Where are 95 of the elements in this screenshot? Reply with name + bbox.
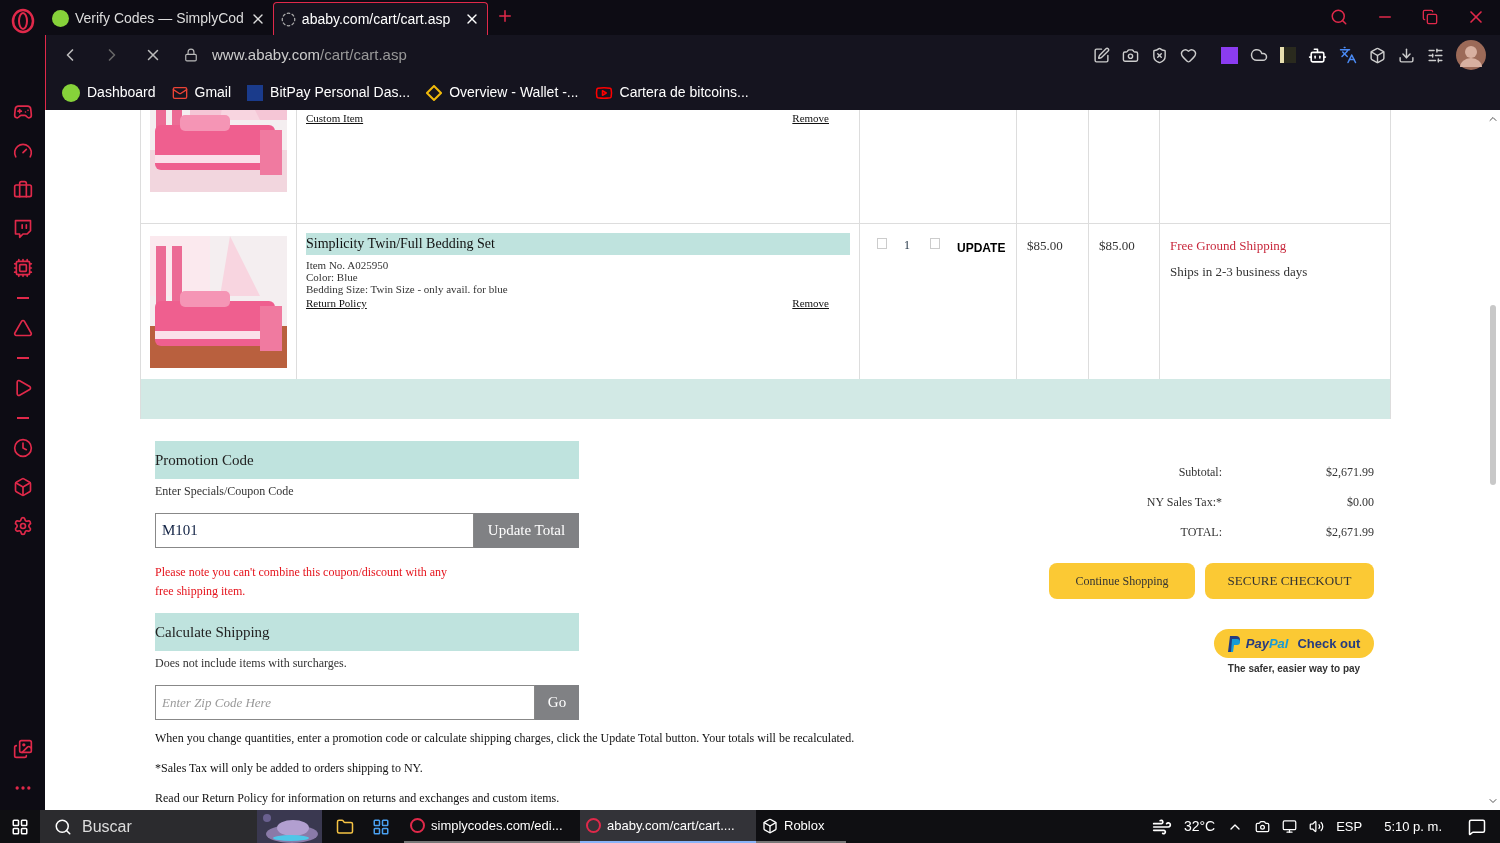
- opera-icon: [586, 818, 601, 833]
- download-icon[interactable]: [1398, 46, 1415, 64]
- gamepad-icon[interactable]: [12, 102, 33, 122]
- temperature: 32°C: [1183, 817, 1216, 836]
- opera-logo-icon[interactable]: [10, 8, 35, 34]
- edit-icon[interactable]: [1093, 46, 1110, 64]
- tab-title: Verify Codes — SimplyCod: [75, 9, 244, 28]
- tag-icon: [52, 10, 69, 27]
- windows-icon[interactable]: [11, 817, 29, 836]
- info-text: When you change quantities, enter a promotion code or calculate shipping charges, click the Update Total button. Your totals will be recalculated.: [155, 730, 855, 747]
- paypal-icon: [1227, 635, 1240, 652]
- heart-icon[interactable]: [1180, 46, 1197, 64]
- address-field[interactable]: www.ababy.com/cart/cart.asp: [212, 43, 1071, 67]
- translate-icon[interactable]: [1339, 46, 1357, 64]
- avatar[interactable]: [1456, 40, 1486, 70]
- total-label: Subtotal:: [1177, 464, 1222, 481]
- coupon-warning: Please note you can't combine this coupon/discount with any free shipping item.: [155, 564, 449, 600]
- coupon-field[interactable]: M101: [155, 513, 474, 548]
- settings-icon[interactable]: [1427, 46, 1444, 64]
- field-hint: Does not include items with surcharges.: [155, 655, 348, 672]
- cube-icon[interactable]: [1369, 46, 1386, 64]
- info-text: *Sales Tax will only be added to orders shipping to NY.: [155, 760, 424, 777]
- lock-icon: [184, 48, 198, 62]
- notifications-icon[interactable]: [1468, 817, 1486, 836]
- return-policy-link[interactable]: Return Policy: [306, 295, 367, 312]
- briefcase-icon[interactable]: [12, 180, 33, 200]
- language-indicator[interactable]: ESP: [1336, 816, 1363, 837]
- paypal-tagline: The safer, easier way to pay: [1227, 662, 1361, 676]
- k-extension-icon[interactable]: [1280, 47, 1296, 63]
- cloud-icon[interactable]: [1250, 46, 1268, 64]
- remove-link[interactable]: Remove: [792, 110, 829, 127]
- quantity-field[interactable]: 1: [904, 236, 910, 254]
- section-heading: Promotion Code: [155, 441, 579, 479]
- zip-code-field[interactable]: Enter Zip Code Here: [155, 685, 535, 720]
- browser-tab[interactable]: ababy.com/cart/cart.asp: [272, 2, 488, 35]
- opera-icon: [410, 818, 425, 833]
- cube-icon: [762, 817, 778, 834]
- total-value: $0.00: [1346, 494, 1374, 511]
- custom-item-link[interactable]: Custom Item: [306, 110, 364, 127]
- gallery-icon[interactable]: [12, 739, 33, 759]
- bitpay-icon: [247, 84, 264, 101]
- bookmark[interactable]: Dashboard: [62, 82, 156, 103]
- peak-icon[interactable]: [12, 318, 33, 338]
- network-icon[interactable]: [1282, 819, 1298, 834]
- speedometer-icon[interactable]: [12, 141, 33, 161]
- shield-icon[interactable]: [1151, 46, 1168, 64]
- bookmark[interactable]: Gmail: [171, 82, 232, 103]
- loading-icon: [280, 11, 296, 27]
- total-value: $2,671.99: [1325, 524, 1374, 541]
- shipping-time: Ships in 2-3 business days: [1170, 262, 1309, 281]
- paypal-checkout-button[interactable]: PayPal Check out: [1214, 629, 1374, 658]
- diamond-icon: [426, 84, 443, 101]
- bookmark[interactable]: Cartera de bitcoins...: [594, 82, 749, 103]
- product-detail: Item No. A025950: [306, 259, 390, 271]
- remove-link[interactable]: Remove: [792, 295, 829, 312]
- product-detail: Bedding Size: Twin Size - only avail. for blue: [306, 283, 509, 295]
- mail-icon: [171, 84, 188, 101]
- info-text: Read our Return Policy for information on returns and exchanges and custom items.: [155, 790, 561, 807]
- price-cell: $85.00: [1027, 238, 1063, 253]
- taskbar-app[interactable]: Roblox: [756, 810, 846, 843]
- letter-extension-icon[interactable]: [1221, 46, 1238, 64]
- total-cell: $85.00: [1099, 238, 1135, 253]
- go-button[interactable]: Go: [535, 685, 579, 720]
- clock[interactable]: 5:10 p. m.: [1384, 816, 1442, 837]
- bookmark[interactable]: BitPay Personal Das...: [247, 82, 411, 103]
- section-heading: Calculate Shipping: [155, 613, 579, 651]
- tag-icon: [62, 83, 80, 102]
- bookmark[interactable]: Overview - Wallet -...: [426, 82, 579, 103]
- chip-icon[interactable]: [12, 258, 33, 278]
- tab-title: ababy.com/cart/cart.asp: [301, 9, 452, 29]
- field-hint: Enter Specials/Coupon Code: [155, 483, 295, 500]
- restore-icon[interactable]: [1422, 9, 1438, 25]
- search-icon[interactable]: [1330, 8, 1348, 26]
- total-value: $2,671.99: [1325, 464, 1374, 481]
- shipping-note: Free Ground Shipping: [1170, 237, 1288, 255]
- camera-icon[interactable]: [1122, 46, 1139, 64]
- camera-icon[interactable]: [1255, 819, 1271, 834]
- taskbar-search-field[interactable]: Buscar: [40, 810, 322, 843]
- update-total-button[interactable]: Update Total: [474, 513, 579, 548]
- browser-tab[interactable]: Verify Codes — SimplyCod: [45, 2, 273, 35]
- continue-shopping-button[interactable]: Continue Shopping: [1049, 563, 1195, 599]
- update-button[interactable]: UPDATE: [957, 239, 1006, 257]
- checkout-button[interactable]: SECURE CHECKOUT: [1205, 563, 1374, 599]
- robot-icon[interactable]: [1308, 45, 1327, 65]
- total-label: TOTAL:: [1179, 524, 1222, 541]
- product-detail: Color: Blue: [306, 271, 359, 283]
- clock-icon[interactable]: [12, 438, 33, 458]
- search-icon: [54, 817, 72, 836]
- product-title: Simplicity Twin/Full Bedding Set: [306, 233, 850, 255]
- folder-icon[interactable]: [336, 817, 354, 836]
- store-icon[interactable]: [372, 817, 390, 836]
- twitch-icon[interactable]: [12, 219, 33, 239]
- total-label: NY Sales Tax:*: [1145, 494, 1222, 511]
- volume-icon[interactable]: [1309, 819, 1325, 834]
- taskbar-app[interactable]: ababy.com/cart/cart....: [580, 810, 756, 843]
